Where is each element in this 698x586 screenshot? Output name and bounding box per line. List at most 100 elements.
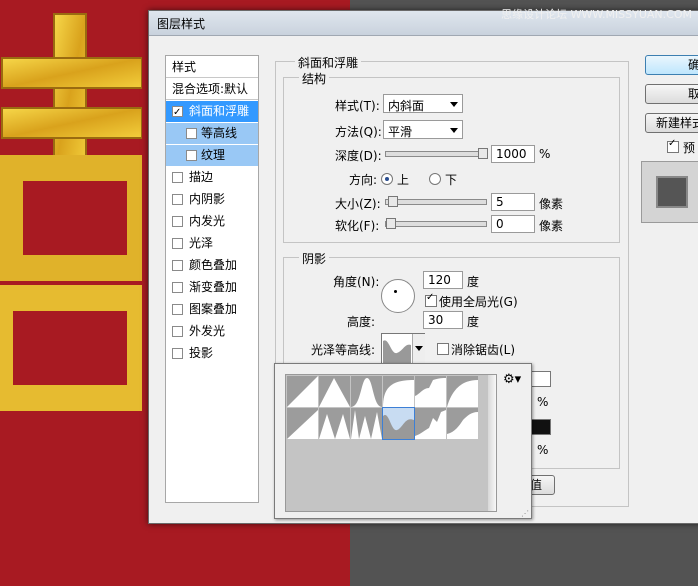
watermark: 思缘设计论坛 WWW.MISSYUAN.COM [501,8,692,21]
technique-dropdown[interactable]: 平滑 [383,120,463,139]
antialias-checkbox[interactable] [437,343,449,355]
style-item-stroke[interactable]: 描边 [166,167,258,188]
depth-unit: % [539,147,551,161]
technique-value: 平滑 [388,125,413,139]
highlight-color-swatch[interactable] [531,371,551,387]
gloss-contour-picker[interactable] [381,333,425,365]
contour-preset-ring-double[interactable] [415,408,446,439]
contour-preset-double-ring[interactable] [351,408,382,439]
contour-preset-sawtooth[interactable] [447,376,478,407]
global-light-checkbox[interactable] [425,292,437,307]
outer-glow-checkbox[interactable] [172,326,183,337]
gloss-dropdown-arrow[interactable] [412,334,425,364]
contour-preset-half-round[interactable] [383,376,414,407]
contour-ring-icon [383,414,414,439]
direction-up-label: 上 [397,173,410,187]
contour-preset-cone[interactable] [319,376,350,407]
contour-sawtooth-icon [447,380,478,407]
shadow-color-swatch[interactable] [531,419,551,435]
styles-header[interactable]: 样式 [166,56,258,78]
bevel-group-title: 斜面和浮雕 [295,54,362,71]
contour-cove-deep-icon [287,410,318,439]
contour-preset-cove-deep[interactable] [287,408,318,439]
altitude-label: 高度: [347,315,376,329]
style-item-pattern-overlay[interactable]: 图案叠加 [166,299,258,320]
style-item-color-overlay[interactable]: 颜色叠加 [166,255,258,276]
direction-label: 方向: [349,173,378,187]
style-item-texture[interactable]: 纹理 [166,145,258,166]
size-slider[interactable] [385,196,487,207]
preview-checkbox[interactable] [667,138,679,153]
style-item-contour[interactable]: 等高线 [166,123,258,144]
altitude-unit: 度 [467,315,480,329]
contour-picker-popup: ⚙▾ ⋰ [274,363,532,519]
style-item-inner-glow[interactable]: 内发光 [166,211,258,232]
cancel-button[interactable]: 取 [645,84,698,104]
angle-dial-center [394,290,397,293]
direction-up-radio[interactable] [381,173,393,185]
contour-gaussian-icon [351,378,382,407]
style-item-label: 投影 [189,346,214,360]
style-item-bevel-emboss[interactable]: 斜面和浮雕 [166,101,258,123]
depth-slider[interactable] [385,148,488,159]
contour-preset-rounded-steps[interactable] [415,376,446,407]
global-light-label: 使用全局光(G) [439,295,518,309]
contour-preset-linear[interactable] [287,376,318,407]
angle-unit: 度 [467,275,480,289]
style-item-gradient-overlay[interactable]: 渐变叠加 [166,277,258,298]
soften-slider[interactable] [385,218,487,229]
depth-input[interactable]: 1000 [491,145,535,163]
size-input[interactable]: 5 [491,193,535,211]
shading-title: 阴影 [299,250,330,267]
contour-ring-double-icon [415,410,446,439]
size-unit: 像素 [539,197,564,211]
style-item-drop-shadow[interactable]: 投影 [166,343,258,364]
contour-grid-scrollbar[interactable] [488,375,496,511]
style-item-label: 外发光 [189,324,226,338]
shadow-opacity-unit: % [537,443,549,457]
soften-label: 软化(F): [335,219,380,233]
direction-down-label: 下 [445,173,458,187]
blend-options-item[interactable]: 混合选项:默认 [166,78,258,100]
resize-grip-icon[interactable]: ⋰ [521,509,529,518]
contour-linear-icon [287,376,318,407]
contour-preset-gaussian[interactable] [351,376,382,407]
gear-icon[interactable]: ⚙▾ [503,372,521,387]
size-slider-thumb[interactable] [387,196,398,207]
style-item-label: 描边 [189,170,214,184]
preview-label: 预 [683,141,696,155]
contour-checkbox[interactable] [186,128,197,139]
style-dropdown[interactable]: 内斜面 [383,94,463,113]
style-value: 内斜面 [388,99,425,113]
depth-slider-thumb[interactable] [478,148,488,159]
new-style-button[interactable]: 新建样式 [645,113,698,133]
style-item-label: 颜色叠加 [189,258,238,272]
contour-preset-rolling-slope[interactable] [447,408,478,439]
style-item-outer-glow[interactable]: 外发光 [166,321,258,342]
stroke-checkbox[interactable] [172,172,183,183]
style-item-inner-shadow[interactable]: 内阴影 [166,189,258,210]
contour-preset-cove-shallow[interactable] [319,408,350,439]
direction-down-radio[interactable] [429,173,441,185]
style-label: 样式(T): [335,99,380,113]
chevron-down-icon [450,128,458,133]
inner-shadow-checkbox[interactable] [172,194,183,205]
dialog-title: 图层样式 [157,17,206,31]
soften-slider-thumb[interactable] [386,218,396,229]
drop-shadow-checkbox[interactable] [172,348,183,359]
angle-input[interactable]: 120 [423,271,463,289]
color-overlay-checkbox[interactable] [172,260,183,271]
style-item-satin[interactable]: 光泽 [166,233,258,254]
chevron-down-icon [450,102,458,107]
gradient-overlay-checkbox[interactable] [172,282,183,293]
soften-input[interactable]: 0 [491,215,535,233]
bevel-checkbox[interactable] [172,102,183,123]
angle-dial[interactable] [381,279,415,313]
altitude-input[interactable]: 30 [423,311,463,329]
ok-button[interactable]: 确 [645,55,698,75]
contour-preset-ring-selected[interactable] [382,407,415,440]
texture-checkbox[interactable] [186,150,197,161]
satin-checkbox[interactable] [172,238,183,249]
pattern-overlay-checkbox[interactable] [172,304,183,315]
inner-glow-checkbox[interactable] [172,216,183,227]
